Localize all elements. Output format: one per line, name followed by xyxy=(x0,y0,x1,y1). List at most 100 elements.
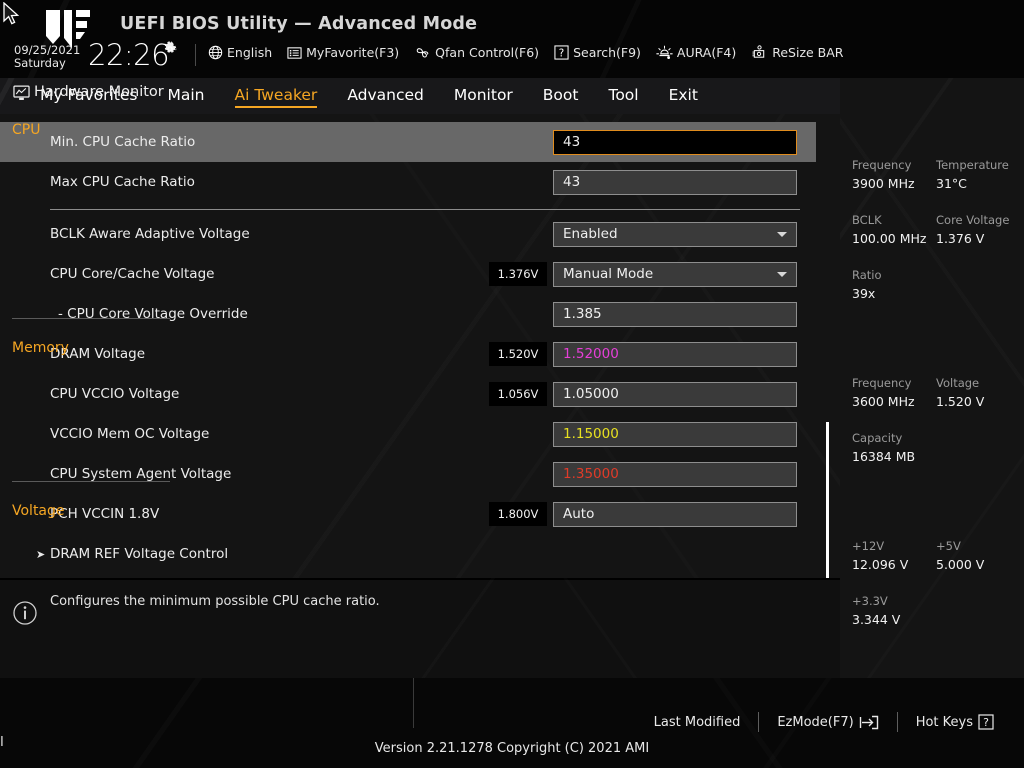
setting-value: 1.385 xyxy=(563,306,602,322)
setting-row[interactable]: CPU VCCIO Voltage 1.056V 1.05000 xyxy=(0,374,816,414)
setting-row[interactable]: CPU System Agent Voltage 1.35000 xyxy=(0,454,816,494)
monitor-icon xyxy=(13,85,30,100)
hw-entry-value: 12.096 V xyxy=(852,557,909,572)
section-divider xyxy=(50,209,800,210)
myfavorite-label: MyFavorite(F3) xyxy=(306,45,400,60)
hw-section-title: Memory xyxy=(12,340,69,356)
aura-icon xyxy=(656,45,673,59)
tab-ai-tweaker[interactable]: Ai Tweaker xyxy=(234,86,317,108)
tab-tool[interactable]: Tool xyxy=(608,86,638,107)
hotkeys-label: Hot Keys xyxy=(915,714,973,730)
hw-entry-value: 5.000 V xyxy=(936,557,985,572)
resize-bar-button[interactable]: ReSize BAR xyxy=(751,45,844,60)
setting-row[interactable]: BCLK Aware Adaptive Voltage Enabled xyxy=(0,214,816,254)
setting-value: 1.05000 xyxy=(563,386,619,402)
setting-input[interactable]: 43 xyxy=(553,129,797,155)
fan-icon xyxy=(416,48,429,58)
system-time: 22:26 xyxy=(88,38,170,72)
setting-input[interactable]: 1.35000 xyxy=(553,461,797,487)
setting-input[interactable]: 1.15000 xyxy=(553,421,797,447)
hw-entry-key: Capacity xyxy=(852,431,903,445)
tab-main[interactable]: Main xyxy=(168,86,205,107)
settings-scrollbar-thumb[interactable] xyxy=(826,422,829,579)
tab-monitor[interactable]: Monitor xyxy=(454,86,513,107)
exit-arrow-icon xyxy=(859,715,878,729)
help-text: Configures the minimum possible CPU cach… xyxy=(50,594,380,609)
tab-exit[interactable]: Exit xyxy=(669,86,698,107)
svg-text:?: ? xyxy=(559,47,564,59)
version-text: Version 2.21.1278 Copyright (C) 2021 AMI xyxy=(374,741,650,756)
hw-section-title: CPU xyxy=(12,122,41,138)
setting-label: PCH VCCIN 1.8V xyxy=(50,506,160,522)
setting-label: CPU VCCIO Voltage xyxy=(50,386,180,402)
list-icon xyxy=(287,46,302,59)
language-button[interactable]: English xyxy=(208,45,272,60)
tab-boot[interactable]: Boot xyxy=(543,86,579,107)
header-divider xyxy=(195,44,196,66)
setting-value: 43 xyxy=(563,134,581,150)
setting-row[interactable]: Min. CPU Cache Ratio 43 xyxy=(0,122,816,162)
setting-input[interactable]: 1.385 xyxy=(553,301,797,327)
hotkeys-button[interactable]: Hot Keys ? xyxy=(898,714,1012,730)
measured-voltage-badge: 1.520V xyxy=(489,342,547,366)
language-label: English xyxy=(227,45,273,60)
hw-entry-key: Core Voltage xyxy=(936,213,1010,227)
help-top-border xyxy=(0,578,840,580)
setting-value: 1.15000 xyxy=(563,426,619,442)
setting-label: BCLK Aware Adaptive Voltage xyxy=(50,226,250,242)
question-box-icon: ? xyxy=(554,45,569,60)
tab-advanced[interactable]: Advanced xyxy=(347,86,424,107)
setting-label: - CPU Core Voltage Override xyxy=(58,306,248,322)
hw-entry-value: 39x xyxy=(852,286,876,301)
setting-value: Auto xyxy=(563,506,595,522)
myfavorite-button[interactable]: MyFavorite(F3) xyxy=(287,45,399,60)
setting-input[interactable]: 43 xyxy=(553,169,797,195)
setting-input[interactable]: 1.52000 xyxy=(553,341,797,367)
setting-row[interactable]: PCH VCCIN 1.8V 1.800V Auto xyxy=(0,494,816,534)
info-icon xyxy=(13,601,37,625)
measured-voltage-badge: 1.056V xyxy=(489,382,547,406)
setting-label: Max CPU Cache Ratio xyxy=(50,174,195,190)
qfan-control-button[interactable]: Qfan Control(F6) xyxy=(414,45,539,60)
setting-value: 1.52000 xyxy=(563,346,619,362)
hw-entry-value: 16384 MB xyxy=(852,449,916,464)
setting-row[interactable]: ➤ DRAM REF Voltage Control xyxy=(0,534,816,574)
mouse-cursor xyxy=(3,2,20,25)
system-date: 09/25/2021 Saturday xyxy=(14,44,80,70)
header-actions: English MyFavorite(F3) Qfan Control(F6) … xyxy=(208,45,844,60)
resize-bar-label: ReSize BAR xyxy=(772,45,844,60)
help-bar xyxy=(0,578,840,678)
search-button[interactable]: ? Search(F9) xyxy=(554,45,641,60)
setting-row[interactable]: Max CPU Cache Ratio 43 xyxy=(0,162,816,202)
weekday-value: Saturday xyxy=(14,56,66,70)
hw-entry-key: Frequency xyxy=(852,158,912,172)
footer-divider xyxy=(413,678,414,728)
last-modified-label: Last Modified xyxy=(653,714,741,730)
setting-input[interactable]: 1.05000 xyxy=(553,381,797,407)
gear-icon[interactable] xyxy=(162,41,178,57)
setting-row[interactable]: VCCIO Mem OC Voltage 1.15000 xyxy=(0,414,816,454)
ezmode-button[interactable]: EzMode(F7) xyxy=(759,715,896,730)
chevron-down-icon xyxy=(777,232,787,237)
hw-entry-value: 1.520 V xyxy=(936,394,985,409)
globe-icon xyxy=(208,45,223,60)
setting-row[interactable]: DRAM Voltage 1.520V 1.52000 xyxy=(0,334,816,374)
hw-entry-value: 3.344 V xyxy=(852,612,901,627)
setting-label: CPU System Agent Voltage xyxy=(50,466,232,482)
setting-input[interactable]: Auto xyxy=(553,501,797,527)
setting-select[interactable]: Enabled xyxy=(553,221,797,247)
header-bar: UEFI BIOS Utility — Advanced Mode 09/25/… xyxy=(0,0,1024,78)
hw-entry-value: 3600 MHz xyxy=(852,394,915,409)
question-box-icon: ? xyxy=(978,714,994,730)
setting-row[interactable]: - CPU Core Voltage Override 1.385 xyxy=(0,294,816,334)
aura-button[interactable]: AURA(F4) xyxy=(656,45,736,60)
setting-row[interactable]: CPU Core/Cache Voltage 1.376V Manual Mode xyxy=(0,254,816,294)
hw-entry-value: 100.00 MHz xyxy=(852,231,927,246)
chevron-down-icon xyxy=(777,272,787,277)
setting-select[interactable]: Manual Mode xyxy=(553,261,797,287)
setting-value: Manual Mode xyxy=(563,266,654,282)
hw-entry-key: BCLK xyxy=(852,213,882,227)
setting-label: VCCIO Mem OC Voltage xyxy=(50,426,210,442)
setting-label: CPU Core/Cache Voltage xyxy=(50,266,215,282)
last-modified-button[interactable]: Last Modified xyxy=(636,715,759,730)
